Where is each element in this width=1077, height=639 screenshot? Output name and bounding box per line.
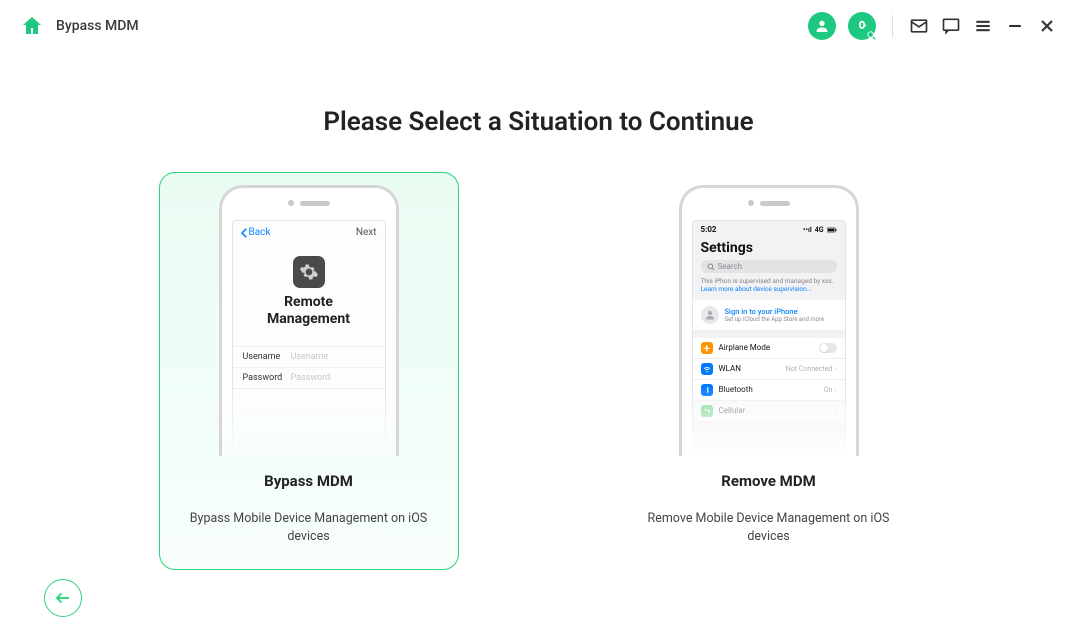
remove-card-desc: Remove Mobile Device Management on iOS d…	[638, 510, 900, 548]
bluetooth-row: Bluetooth On›	[693, 380, 845, 401]
bypass-phone-mockup: Back Next Remote Management Usename Usen…	[219, 185, 399, 456]
airplane-row: Airplane Mode	[693, 338, 845, 359]
user-icon[interactable]	[808, 12, 836, 40]
remote-management-title: Remote Management	[233, 294, 385, 328]
topbar-left: Bypass MDM	[20, 14, 139, 38]
signin-row: Sign in to your iPhone Set up iCloud the…	[693, 300, 845, 330]
mail-icon[interactable]	[909, 16, 929, 36]
gear-icon	[293, 256, 325, 288]
remove-card-title: Remove MDM	[721, 472, 815, 490]
topbar-divider	[892, 15, 893, 37]
options-row: Back Next Remote Management Usename Usen…	[0, 172, 1077, 570]
avatar-icon	[701, 306, 719, 324]
option-remove-mdm[interactable]: 5:02 ••ıl 4G Settings Search This iPhon …	[619, 172, 919, 570]
bypass-card-title: Bypass MDM	[264, 472, 353, 490]
phone-speaker	[748, 200, 790, 206]
supervision-info: This iPhon is supervised and managed by …	[693, 277, 845, 300]
phone-back-label: Back	[241, 227, 271, 238]
main-heading: Please Select a Situation to Continue	[0, 107, 1077, 137]
app-title: Bypass MDM	[56, 18, 139, 34]
feedback-icon[interactable]	[941, 16, 961, 36]
airplane-toggle	[819, 343, 837, 353]
cellular-row: Cellular ›	[693, 401, 845, 422]
airplane-icon	[701, 342, 713, 354]
bluetooth-icon	[701, 384, 713, 396]
phone-statusbar: 5:02 ••ıl 4G	[693, 221, 845, 238]
back-button[interactable]	[44, 579, 82, 617]
menu-icon[interactable]	[973, 16, 993, 36]
home-icon[interactable]	[20, 14, 44, 38]
remove-phone-mockup: 5:02 ••ıl 4G Settings Search This iPhon …	[679, 185, 859, 456]
music-search-icon[interactable]	[848, 12, 876, 40]
settings-search: Search	[701, 260, 837, 273]
cellular-icon	[701, 405, 713, 417]
bypass-card-desc: Bypass Mobile Device Management on iOS d…	[178, 510, 440, 548]
top-bar: Bypass MDM	[0, 0, 1077, 52]
password-row: Password Password	[233, 367, 385, 389]
wifi-icon	[701, 363, 713, 375]
wlan-row: WLAN Not Connected›	[693, 359, 845, 380]
close-icon[interactable]	[1037, 16, 1057, 36]
phone-next-label: Next	[356, 227, 377, 238]
username-row: Usename Usename	[233, 346, 385, 367]
topbar-right	[808, 12, 1057, 40]
option-bypass-mdm[interactable]: Back Next Remote Management Usename Usen…	[159, 172, 459, 570]
settings-heading: Settings	[693, 238, 845, 260]
phone-speaker	[288, 200, 330, 206]
bypass-phone-screen: Back Next Remote Management Usename Usen…	[232, 220, 386, 456]
remove-phone-screen: 5:02 ••ıl 4G Settings Search This iPhon …	[692, 220, 846, 456]
minimize-icon[interactable]	[1005, 16, 1025, 36]
